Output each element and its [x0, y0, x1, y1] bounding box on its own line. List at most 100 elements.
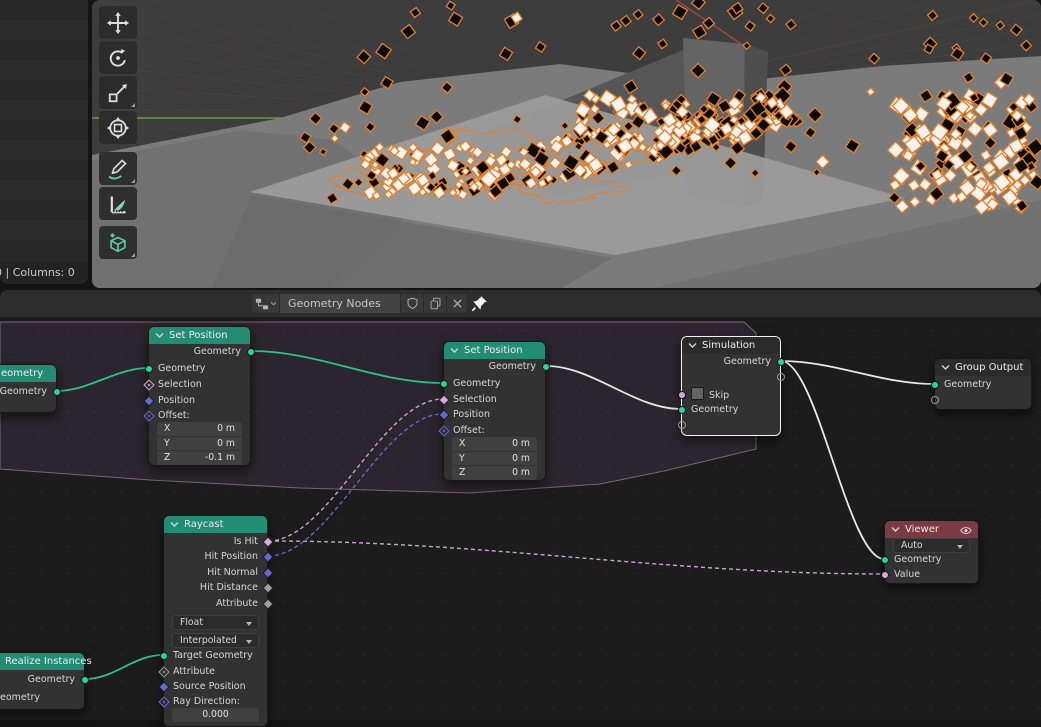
measure-tool-button[interactable]: [99, 187, 137, 220]
node-realize-instances[interactable]: Realize InstancesGeometryeometry: [0, 652, 85, 710]
spreadsheet-row: [0, 0, 88, 20]
input-attribute: Attribute: [164, 664, 267, 680]
node-header-set-position-2[interactable]: Set Position: [444, 342, 545, 359]
value-field-z[interactable]: Z-0.1 m: [157, 451, 242, 465]
add-primitive-tool-button[interactable]: [99, 226, 137, 259]
collapse-chevron-icon[interactable]: [450, 347, 459, 354]
socket-geometry[interactable]: [777, 358, 785, 366]
input-position: Position: [149, 393, 250, 409]
annotate-icon: [107, 158, 129, 180]
node-header-raycast[interactable]: Raycast: [164, 516, 267, 533]
socket-skip[interactable]: [678, 391, 686, 399]
socket-target-geometry[interactable]: [160, 652, 168, 660]
node-header-set-position-1[interactable]: Set Position: [149, 327, 250, 344]
pin-button[interactable]: [468, 293, 490, 314]
node-tree-id-widget: Geometry Nodes: [252, 294, 467, 313]
value-field-z[interactable]: Z0 m: [452, 466, 537, 480]
collapse-chevron-icon[interactable]: [170, 521, 179, 528]
socket-extend[interactable]: [777, 373, 785, 381]
annotate-tool-button[interactable]: [99, 152, 137, 185]
node-header-join-geometry-partial[interactable]: eometry: [0, 365, 56, 382]
output-geometry: Geometry: [0, 384, 56, 400]
input-selection: Selection: [444, 392, 545, 408]
socket-geometry[interactable]: [247, 348, 255, 356]
node-header-simulation[interactable]: Simulation: [682, 337, 780, 354]
value-field[interactable]: 0.000: [172, 708, 259, 722]
node-header-viewer[interactable]: Viewer: [885, 521, 978, 538]
socket-extend[interactable]: [678, 421, 686, 429]
submenu-indicator: [131, 253, 135, 257]
value-field-x[interactable]: X0 m: [452, 437, 537, 451]
socket-geometry[interactable]: [881, 556, 889, 564]
socket-geometry[interactable]: [542, 363, 550, 371]
spreadsheet-row: [0, 20, 88, 40]
node-title: Group Output: [955, 362, 1023, 373]
socket-geometry[interactable]: [145, 365, 153, 373]
socket-extend[interactable]: [931, 396, 939, 404]
collapse-chevron-icon[interactable]: [891, 526, 900, 533]
dropdown-auto[interactable]: Auto: [893, 538, 970, 553]
skip-checkbox[interactable]: [691, 387, 704, 400]
transform-icon: [107, 117, 129, 139]
unlink-button[interactable]: [447, 294, 467, 313]
node-set-position-2[interactable]: Set PositionGeometryGeometrySelectionPos…: [443, 341, 546, 481]
scale-icon: [107, 82, 129, 104]
spreadsheet-panel[interactable]: 0 | Columns: 0: [0, 0, 88, 284]
pin-icon: [471, 295, 488, 312]
collapse-chevron-icon[interactable]: [688, 342, 697, 349]
scale-tool-button[interactable]: [99, 76, 137, 109]
chevron-down-icon: [270, 301, 277, 306]
vector-value-fields: 0.000: [172, 708, 259, 722]
socket-value[interactable]: [881, 571, 889, 579]
output-hit-distance: Hit Distance: [164, 580, 267, 596]
tree-name-field[interactable]: Geometry Nodes: [280, 294, 401, 313]
output-hit-position: Hit Position: [164, 549, 267, 565]
spreadsheet-row: [0, 240, 88, 260]
rotate-icon: [107, 47, 129, 69]
node-header-group-output[interactable]: Group Output: [935, 359, 1031, 376]
input-skip: Skip: [682, 387, 780, 403]
shield-icon: [406, 297, 419, 310]
node-title: Simulation: [702, 340, 755, 351]
transform-tool-button[interactable]: [99, 111, 137, 144]
spreadsheet-row: [0, 180, 88, 200]
socket-geometry[interactable]: [81, 676, 89, 684]
rotate-tool-button[interactable]: [99, 41, 137, 74]
node-raycast[interactable]: RaycastIs HitHit PositionHit NormalHit D…: [163, 515, 268, 727]
measure-icon: [107, 193, 129, 215]
spreadsheet-row: [0, 40, 88, 60]
input-geometry: Geometry: [682, 402, 780, 418]
node-viewer[interactable]: ViewerAutoGeometryValue: [884, 520, 979, 584]
socket-geometry[interactable]: [440, 380, 448, 388]
socket-geometry[interactable]: [931, 381, 939, 389]
eye-icon[interactable]: [960, 526, 972, 535]
dropdown-interpolated[interactable]: Interpolated: [172, 633, 259, 648]
node-editor-header: Geometry Nodes: [0, 290, 1041, 318]
move-tool-button[interactable]: [99, 6, 137, 39]
node-simulation[interactable]: SimulationGeometrySkipGeometry: [681, 336, 781, 436]
input-geometry: Geometry: [935, 377, 1031, 393]
value-field-y[interactable]: Y0 m: [157, 437, 242, 451]
vector-value-fields: X0 mY0 mZ0 m: [452, 437, 537, 480]
spreadsheet-row: [0, 140, 88, 160]
dropdown-float[interactable]: Float: [172, 615, 259, 630]
vector-value-fields: X0 mY0 mZ-0.1 m: [157, 422, 242, 465]
value-field-x[interactable]: X0 m: [157, 422, 242, 436]
browse-tree-button[interactable]: [252, 294, 280, 313]
node-group-output[interactable]: Group Output Geometry: [934, 358, 1032, 410]
spreadsheet-row: [0, 120, 88, 140]
node-set-position-1[interactable]: Set PositionGeometryGeometrySelectionPos…: [148, 326, 251, 466]
collapse-chevron-icon[interactable]: [155, 332, 164, 339]
viewport-3d[interactable]: [92, 0, 1041, 288]
new-copy-button[interactable]: [424, 294, 447, 313]
input-eometry: eometry: [0, 690, 84, 706]
node-header-realize-instances[interactable]: Realize Instances: [0, 653, 84, 670]
fake-user-button[interactable]: [401, 294, 424, 313]
collapse-chevron-icon[interactable]: [941, 364, 950, 371]
socket-geometry[interactable]: [53, 388, 61, 396]
value-field-y[interactable]: Y0 m: [452, 452, 537, 466]
input-geometry: Geometry: [149, 361, 250, 377]
socket-geometry[interactable]: [678, 406, 686, 414]
node-title: Realize Instances: [5, 656, 92, 667]
node-join-geometry-partial[interactable]: eometry Geometry: [0, 364, 57, 413]
